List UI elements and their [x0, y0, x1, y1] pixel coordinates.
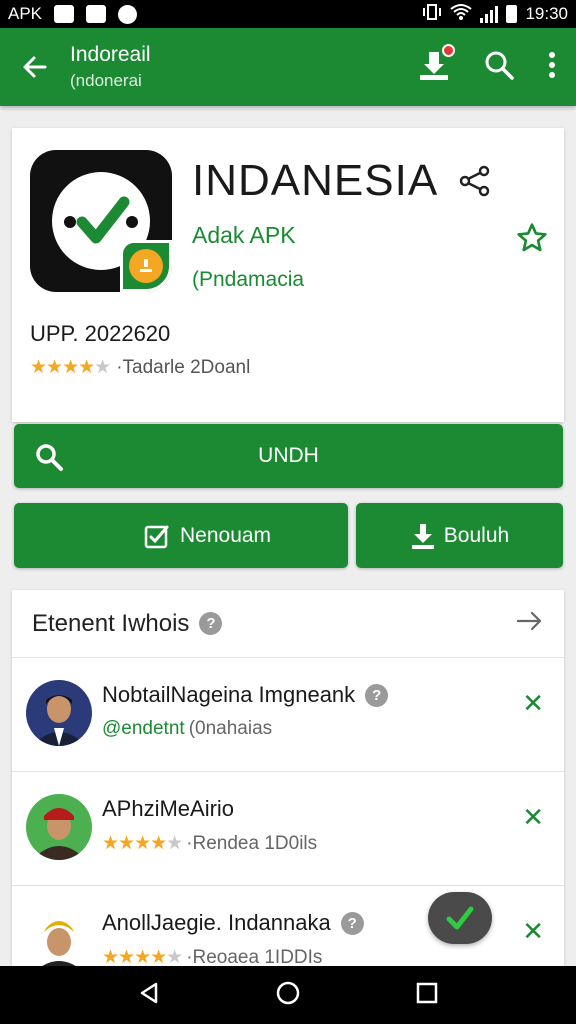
help-icon[interactable]: ? [199, 612, 223, 635]
item-name: APhziMeAirio [102, 796, 235, 821]
nav-recents-button[interactable] [416, 982, 438, 1009]
download-button-label: Bouluh [443, 523, 510, 547]
search-icon [485, 51, 514, 80]
avatar [26, 794, 92, 860]
check-icon [446, 906, 474, 930]
more-vert-icon [549, 51, 555, 78]
system-nav-bar [0, 966, 576, 1024]
back-triangle-icon [140, 982, 157, 1003]
message-icon [54, 5, 75, 23]
nav-back-button[interactable] [138, 981, 160, 1010]
primary-button-label: UNDH [258, 444, 319, 467]
app-bar-subtitle: (ndonerai [70, 71, 142, 90]
item-name: NobtailNageina Imgneank? [102, 682, 389, 708]
favorite-button[interactable] [516, 222, 548, 259]
back-arrow-icon [23, 56, 47, 78]
nav-home-button[interactable] [275, 980, 301, 1011]
search-icon [34, 442, 64, 478]
primary-action-button[interactable]: UNDH [14, 424, 563, 488]
download-badge-icon [120, 240, 172, 292]
app-category: (Pndamacia [192, 268, 305, 291]
item-meta: ★★★★★ ·Rendea 1D0ils [102, 832, 317, 855]
list-item[interactable]: NobtailNageina Imgneank? @endetnt (0naha… [12, 658, 564, 772]
arrow-right-icon[interactable] [516, 609, 544, 638]
rating-stars: ★★★★★ [30, 357, 111, 378]
share-button[interactable] [458, 164, 492, 203]
version-text: UPP. 2022620 [30, 321, 171, 346]
download-icon [411, 523, 434, 549]
avatar [26, 680, 92, 746]
back-button[interactable] [0, 53, 70, 81]
status-bar: APK 19:30 [0, 0, 576, 28]
search-button[interactable] [484, 50, 514, 85]
notification-dot [442, 43, 455, 57]
check-box-icon [144, 525, 169, 548]
floating-check-button[interactable] [428, 892, 492, 944]
clock-text: 19:30 [525, 4, 568, 23]
install-button-label: Nenouam [180, 523, 272, 547]
share-icon [459, 165, 490, 197]
list-title: Etenent Iwhois [32, 609, 190, 637]
app-bar: Indoreail (ndonerai [0, 28, 576, 106]
vibrate-icon [422, 3, 442, 26]
dismiss-icon[interactable]: ✕ [522, 688, 544, 719]
install-button[interactable]: Nenouam [14, 503, 348, 568]
avatar [26, 908, 92, 970]
rating-stars: ★★★★★ [102, 833, 183, 854]
dismiss-icon[interactable]: ✕ [522, 802, 544, 833]
rating-row: ★★★★★ ·Tadarle 2Doanl [30, 356, 250, 379]
help-icon: ? [340, 911, 364, 935]
download-button[interactable]: Bouluh [356, 503, 563, 568]
signal-icon [480, 5, 499, 23]
download-notification-button[interactable] [418, 43, 455, 86]
app-bar-title: Indoreail [70, 43, 151, 66]
item-handle: @endetnt [102, 718, 185, 739]
item-note: ·Rendea 1D0ils [186, 832, 318, 854]
item-meta: @endetnt (0nahaias [102, 718, 272, 740]
star-outline-icon [517, 223, 547, 252]
dismiss-icon[interactable]: ✕ [522, 916, 544, 947]
battery-icon [506, 5, 518, 23]
rating-text: ·Tadarle 2Doanl [116, 356, 251, 378]
home-circle-icon [276, 981, 300, 1004]
carrier-text: APK [8, 4, 43, 23]
app-icon [118, 4, 138, 24]
more-options-button[interactable] [548, 51, 556, 84]
list-header[interactable]: Etenent Iwhois ? [12, 590, 564, 658]
item-note: (0nahaias [188, 718, 273, 739]
app-name: INDANESIA [192, 156, 439, 205]
developer-link[interactable]: Adak APK [192, 222, 296, 249]
help-icon: ? [365, 683, 389, 707]
list-item[interactable]: APhziMeAirio ★★★★★ ·Rendea 1D0ils ✕ [12, 772, 564, 886]
app-info-card: INDANESIA Adak APK (Pndamacia UPP. 20226… [12, 128, 564, 422]
recents-square-icon [417, 982, 438, 1003]
item-name: AnollJaegie. Indannaka? [102, 910, 364, 936]
mail-icon [86, 5, 107, 23]
wifi-icon [450, 3, 473, 26]
